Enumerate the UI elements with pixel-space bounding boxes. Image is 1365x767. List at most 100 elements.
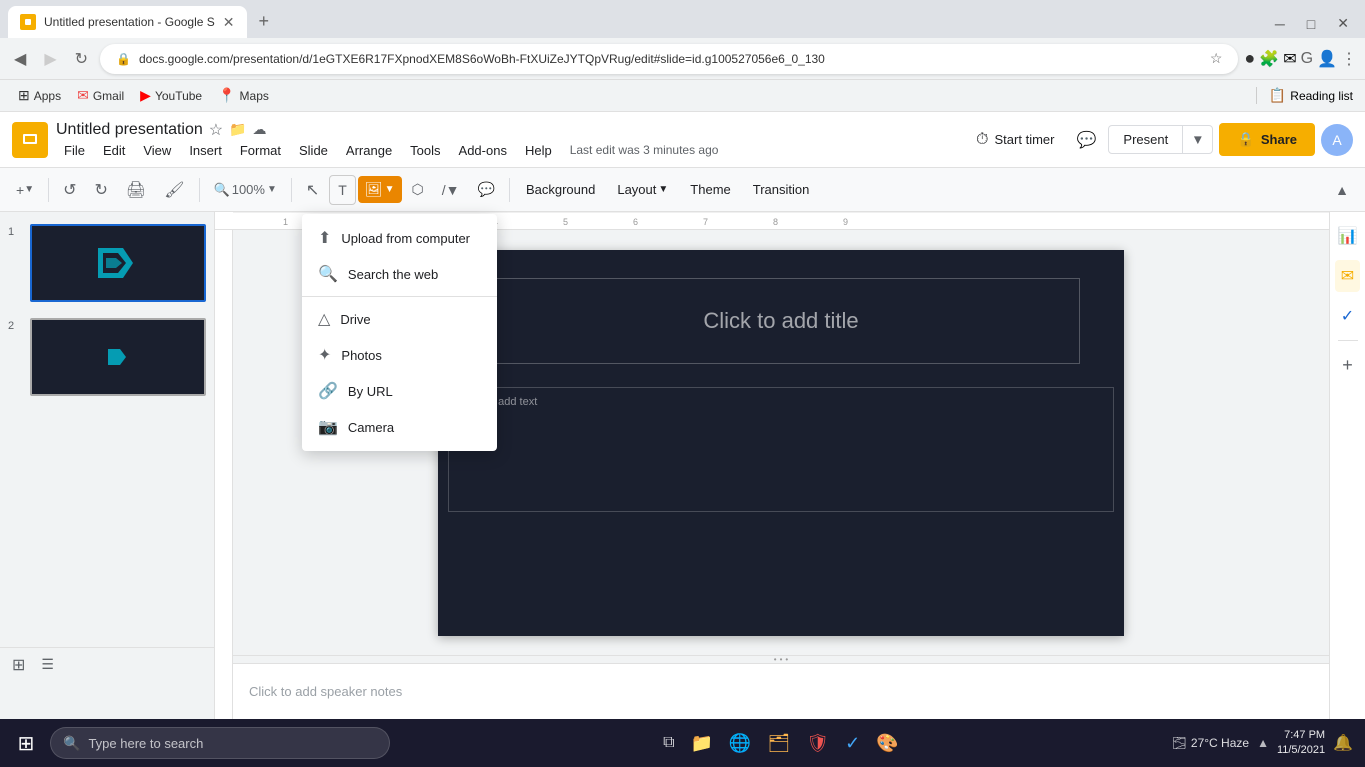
start-button[interactable]: ⊞ <box>4 721 48 765</box>
undo-button[interactable]: ↺ <box>55 174 84 206</box>
forward-button[interactable]: ▶ <box>38 43 62 75</box>
share-button[interactable]: 🔒 Share <box>1219 123 1315 156</box>
taskbar-notify-area[interactable]: ▲ <box>1257 736 1269 750</box>
search-web-item[interactable]: 🔍 Search the web <box>302 256 497 292</box>
present-button[interactable]: Present <box>1109 126 1182 153</box>
reading-list-icon: 📋 <box>1269 87 1286 104</box>
by-url-item[interactable]: 🔗 By URL <box>302 373 497 409</box>
taskbar-task-view[interactable]: ⧉ <box>657 728 680 758</box>
menu-file[interactable]: File <box>56 141 93 160</box>
slide-canvas[interactable]: Click to add title Click to add text <box>438 250 1124 636</box>
theme-button[interactable]: Theme <box>680 178 740 201</box>
svg-text:3: 3 <box>215 422 216 427</box>
tab-close-icon[interactable]: ✕ <box>223 14 235 31</box>
taskbar-chrome[interactable]: 🌐 <box>723 727 757 760</box>
user-account-icon[interactable]: 👤 <box>1317 49 1337 69</box>
share-label: Share <box>1261 132 1297 147</box>
menu-edit[interactable]: Edit <box>95 141 133 160</box>
weather-temp: 27°C Haze <box>1191 736 1249 750</box>
comment-tool-button[interactable]: 💬 <box>470 175 503 204</box>
svg-text:4: 4 <box>215 492 216 497</box>
print-button[interactable]: 🖨 <box>118 174 154 206</box>
drag-handle[interactable]: ••• <box>233 655 1329 663</box>
svg-text:6: 6 <box>633 217 638 227</box>
browser-menu-icon[interactable]: ⋮ <box>1341 49 1357 69</box>
menu-arrange[interactable]: Arrange <box>338 141 400 160</box>
toolbar-separator-3 <box>291 178 292 202</box>
paint-format-button[interactable]: 🖌 <box>156 174 192 206</box>
taskbar-app-1[interactable]: 🛡 <box>800 727 835 760</box>
window-minimize-icon[interactable]: ─ <box>1267 14 1293 34</box>
window-close-icon[interactable]: ✕ <box>1329 13 1357 34</box>
gmail-icon[interactable]: ✉ <box>1283 49 1296 69</box>
camera-item[interactable]: 📷 Camera <box>302 409 497 445</box>
menu-insert[interactable]: Insert <box>181 141 230 160</box>
view-grid-button[interactable]: ⊞ <box>8 651 29 679</box>
mail-sidebar-icon[interactable]: ✉ <box>1335 260 1360 292</box>
window-maximize-icon[interactable]: □ <box>1299 14 1323 34</box>
zoom-button[interactable]: 🔍100%▼ <box>206 178 285 202</box>
reading-list-btn[interactable]: 📋 Reading list <box>1256 87 1353 104</box>
taskbar-app-2[interactable]: ✓ <box>839 727 866 760</box>
upload-from-computer-item[interactable]: ⬆ Upload from computer <box>302 220 497 256</box>
search-web-label: Search the web <box>348 267 438 282</box>
slide-item-1[interactable]: 1 <box>4 220 210 306</box>
back-button[interactable]: ◀ <box>8 43 32 75</box>
photos-label: Photos <box>341 348 381 363</box>
address-bar[interactable]: 🔒 docs.google.com/presentation/d/1eGTXE6… <box>100 44 1238 74</box>
clock-date: 11/5/2021 <box>1277 743 1325 758</box>
menu-tools[interactable]: Tools <box>402 141 448 160</box>
slide-text-box[interactable]: Click to add text <box>448 387 1114 512</box>
notes-area[interactable]: Click to add speaker notes <box>233 663 1329 719</box>
present-dropdown-button[interactable]: ▼ <box>1182 126 1212 153</box>
taskbar-explorer[interactable]: 📁 <box>685 727 719 760</box>
comment-button[interactable]: 💬 <box>1070 124 1102 156</box>
star-title-icon[interactable]: ☆ <box>209 120 223 140</box>
user-avatar[interactable]: A <box>1321 124 1353 156</box>
slide-title-box[interactable]: Click to add title <box>482 278 1080 364</box>
shape-tool-button[interactable]: ⬡ <box>404 175 432 204</box>
menu-slide[interactable]: Slide <box>291 141 336 160</box>
bookmark-maps[interactable]: 📍 Maps <box>212 85 275 106</box>
add-sidebar-icon[interactable]: + <box>1336 349 1359 382</box>
taskbar-search[interactable]: 🔍 Type here to search <box>50 727 390 759</box>
browser-tab[interactable]: Untitled presentation - Google S ✕ <box>8 6 247 38</box>
taskbar-app-3[interactable]: 🎨 <box>870 727 904 760</box>
cloud-save-icon[interactable]: ☁ <box>253 121 267 138</box>
select-tool-button[interactable]: ↖ <box>298 174 327 206</box>
transition-button[interactable]: Transition <box>743 178 820 201</box>
image-tool-button[interactable]: 🖼▼ <box>358 176 402 203</box>
profile-icon-button[interactable]: ● <box>1244 48 1255 69</box>
background-button[interactable]: Background <box>516 178 605 201</box>
menu-view[interactable]: View <box>135 141 179 160</box>
slide-item-2[interactable]: 2 <box>4 314 210 400</box>
menu-format[interactable]: Format <box>232 141 289 160</box>
bookmark-apps[interactable]: ⊞ Apps <box>12 85 67 106</box>
taskbar-files[interactable]: 🗂 <box>761 727 796 760</box>
line-tool-button[interactable]: /▼ <box>434 176 468 204</box>
extensions-button[interactable]: 🧩 <box>1259 49 1279 69</box>
translate-icon[interactable]: G <box>1301 50 1313 68</box>
move-folder-icon[interactable]: 📁 <box>229 121 246 138</box>
redo-button[interactable]: ↻ <box>87 174 116 206</box>
start-timer-button[interactable]: ⏱ Start timer <box>966 125 1064 155</box>
menu-addons[interactable]: Add-ons <box>451 141 515 160</box>
view-list-button[interactable]: ☰ <box>37 652 58 677</box>
collapse-toolbar-button[interactable]: ▲ <box>1327 178 1357 202</box>
photos-item[interactable]: ✦ Photos <box>302 337 497 373</box>
upload-label: Upload from computer <box>341 231 470 246</box>
add-button[interactable]: +▼ <box>8 176 42 204</box>
bookmark-gmail[interactable]: ✉ Gmail <box>71 85 130 106</box>
text-tool-button[interactable]: T <box>329 175 356 205</box>
layout-button[interactable]: Layout▼ <box>607 178 678 201</box>
new-tab-button[interactable]: + <box>251 7 278 36</box>
toolbar-separator-1 <box>48 178 49 202</box>
task-sidebar-icon[interactable]: ✓ <box>1335 300 1360 332</box>
star-icon[interactable]: ☆ <box>1210 50 1223 67</box>
drive-item[interactable]: △ Drive <box>302 301 497 337</box>
notification-button[interactable]: 🔔 <box>1333 733 1353 753</box>
bookmark-youtube[interactable]: ▶ YouTube <box>134 85 208 106</box>
sheets-sidebar-icon[interactable]: 📊 <box>1332 220 1364 252</box>
menu-help[interactable]: Help <box>517 141 560 160</box>
reload-button[interactable]: ↻ <box>69 43 94 75</box>
